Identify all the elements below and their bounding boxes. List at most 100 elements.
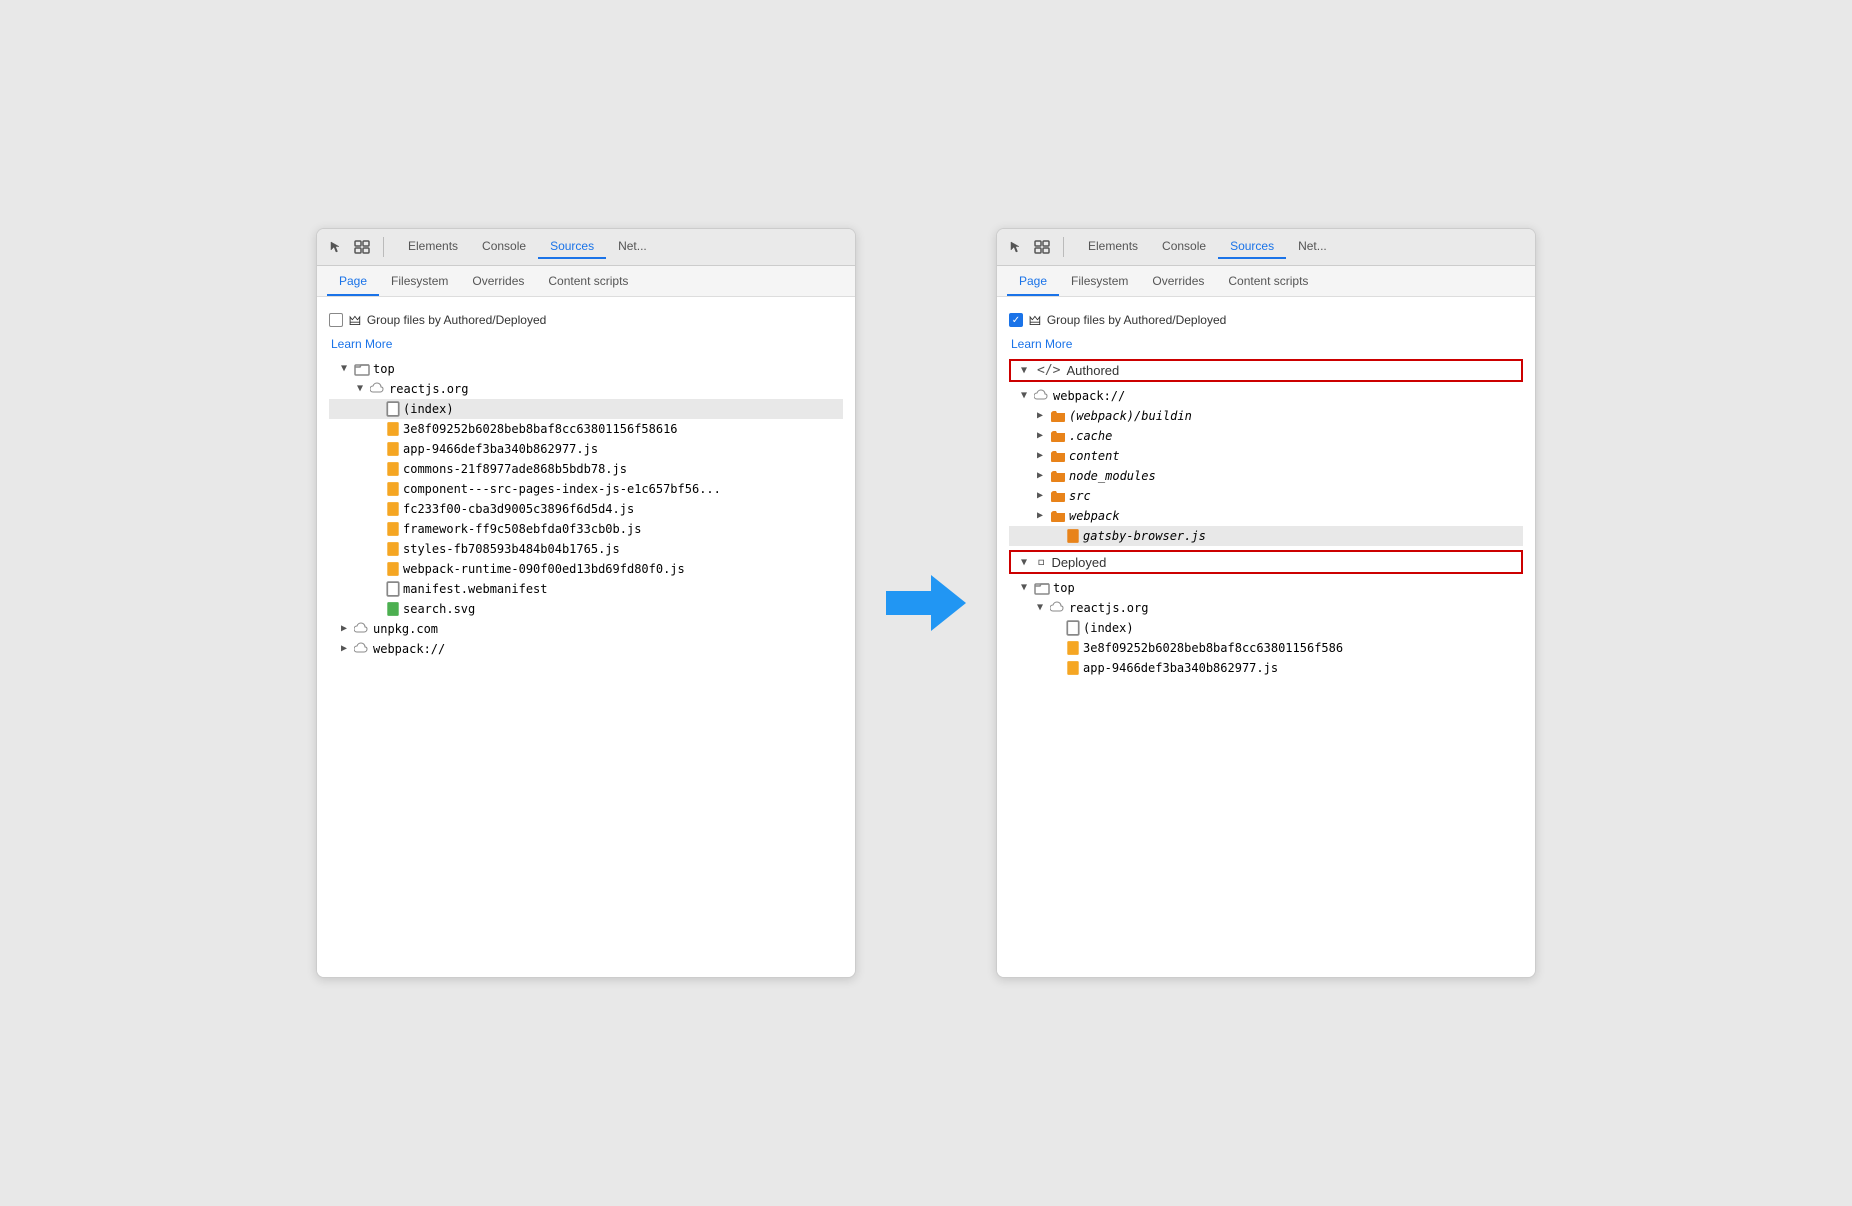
file-app-icon [386,441,400,457]
tree-item-webpack-url[interactable]: webpack:// [329,639,843,659]
label-webpack-folder: webpack [1069,507,1120,525]
arrow-empty-app-deployed [1049,661,1063,675]
right-learn-more[interactable]: Learn More [1011,337,1523,351]
label-styles: styles-fb708593b484b04b1765.js [403,540,620,558]
tab-elements-right[interactable]: Elements [1076,235,1150,259]
arrow-reactjsorg [353,382,367,396]
tree-item-app-deployed[interactable]: app-9466def3ba340b862977.js [1009,658,1523,678]
file-commons-icon [386,461,400,477]
tab-console-left[interactable]: Console [470,235,538,259]
right-panel-content: 🜲 Group files by Authored/Deployed Learn… [997,297,1535,977]
tree-item-top[interactable]: top [329,359,843,379]
blue-arrow-svg [886,575,966,631]
label-webpack-buildin: (webpack)/buildin [1069,407,1192,425]
label-gatsby-browser: gatsby-browser.js [1083,527,1206,545]
tree-item-webpack-authored[interactable]: webpack:// [1009,386,1523,406]
authored-section-header[interactable]: </> Authored [1009,359,1523,382]
tree-item-reactjsorg[interactable]: reactjs.org [329,379,843,399]
tree-item-unpkg[interactable]: unpkg.com [329,619,843,639]
file-gatsby-browser-icon [1066,528,1080,544]
subtab-page-left[interactable]: Page [327,270,379,296]
tree-item-gatsby-browser[interactable]: gatsby-browser.js [1009,526,1523,546]
right-toolbar: Elements Console Sources Net... [997,229,1535,266]
tab-elements-left[interactable]: Elements [396,235,470,259]
tree-item-index-deployed[interactable]: (index) [1009,618,1523,638]
tree-item-top-deployed[interactable]: top [1009,578,1523,598]
left-group-label: Group files by Authored/Deployed [367,313,546,327]
tree-item-cache[interactable]: .cache [1009,426,1523,446]
tree-item-styles[interactable]: styles-fb708593b484b04b1765.js [329,539,843,559]
left-learn-more[interactable]: Learn More [331,337,843,351]
right-tree: </> Authored webpack:// [1009,359,1523,678]
tab-network-left[interactable]: Net... [606,235,659,259]
tree-item-content[interactable]: content [1009,446,1523,466]
cursor-icon[interactable] [327,238,345,256]
folder-node-modules-icon [1050,468,1066,484]
tree-item-reactjsorg-deployed[interactable]: reactjs.org [1009,598,1523,618]
tree-item-webpack-runtime[interactable]: webpack-runtime-090f00ed13bd69fd80f0.js [329,559,843,579]
arrow-src [1033,489,1047,503]
subtab-filesystem-left[interactable]: Filesystem [379,270,460,296]
subtab-overrides-right[interactable]: Overrides [1140,270,1216,296]
subtab-page-right[interactable]: Page [1007,270,1059,296]
tree-item-manifest[interactable]: manifest.webmanifest [329,579,843,599]
inspect-icon-right[interactable] [1033,238,1051,256]
inspect-icon[interactable] [353,238,371,256]
subtab-contentscripts-left[interactable]: Content scripts [536,270,640,296]
tab-network-right[interactable]: Net... [1286,235,1339,259]
tab-sources-left[interactable]: Sources [538,235,606,259]
arrow-deployed [1017,555,1031,569]
label-webpack-authored: webpack:// [1053,387,1125,405]
folder-src-icon [1050,488,1066,504]
left-group-checkbox[interactable] [329,313,343,327]
arrow-node-modules [1033,469,1047,483]
label-reactjsorg: reactjs.org [389,380,468,398]
toolbar-divider [383,237,384,257]
tree-item-src[interactable]: src [1009,486,1523,506]
tree-item-index[interactable]: (index) [329,399,843,419]
left-tree: top reactjs.org (index) [329,359,843,659]
arrow-empty-3e8f [369,422,383,436]
tree-item-3e8f[interactable]: 3e8f09252b6028beb8baf8cc63801156f58616 [329,419,843,439]
subtab-contentscripts-right[interactable]: Content scripts [1216,270,1320,296]
tree-item-node-modules[interactable]: node_modules [1009,466,1523,486]
left-toolbar: Elements Console Sources Net... [317,229,855,266]
tree-item-search-svg[interactable]: search.svg [329,599,843,619]
tab-console-right[interactable]: Console [1150,235,1218,259]
label-index: (index) [403,400,454,418]
left-tab-nav: Elements Console Sources Net... [396,235,845,259]
folder-top-icon [354,361,370,377]
file-3e8f-icon [386,421,400,437]
tree-item-commons[interactable]: commons-21f8977ade868b5bdb78.js [329,459,843,479]
arrow-empty-manifest [369,582,383,596]
folder-content-icon [1050,448,1066,464]
filter-icon-right: 🜲 [1029,307,1041,333]
right-group-checkbox[interactable] [1009,313,1023,327]
tab-sources-right[interactable]: Sources [1218,235,1286,259]
tree-item-fc233[interactable]: fc233f00-cba3d9005c3896f6d5d4.js [329,499,843,519]
label-top: top [373,360,395,378]
subtab-overrides-left[interactable]: Overrides [460,270,536,296]
label-cache: .cache [1069,427,1112,445]
arrow-empty-component [369,482,383,496]
folder-webpack-icon [1050,508,1066,524]
cloud-unpkg-icon [354,621,370,637]
deployed-section-header[interactable]: ▫ Deployed [1009,550,1523,574]
subtab-filesystem-right[interactable]: Filesystem [1059,270,1140,296]
arrow-empty-gatsby [1049,529,1063,543]
right-devtools-panel: Elements Console Sources Net... Page Fil… [996,228,1536,978]
tree-item-app[interactable]: app-9466def3ba340b862977.js [329,439,843,459]
tree-item-webpack-buildin[interactable]: (webpack)/buildin [1009,406,1523,426]
cursor-icon-right[interactable] [1007,238,1025,256]
arrow-top-deployed [1017,581,1031,595]
file-component-icon [386,481,400,497]
arrow-empty-commons [369,462,383,476]
tree-item-3e8f-deployed[interactable]: 3e8f09252b6028beb8baf8cc63801156f586 [1009,638,1523,658]
tree-item-webpack-folder[interactable]: webpack [1009,506,1523,526]
tree-item-component[interactable]: component---src-pages-index-js-e1c657bf5… [329,479,843,499]
label-webpack-runtime: webpack-runtime-090f00ed13bd69fd80f0.js [403,560,685,578]
label-3e8f-deployed: 3e8f09252b6028beb8baf8cc63801156f586 [1083,639,1343,657]
arrow-webpack-folder [1033,509,1047,523]
tree-item-framework[interactable]: framework-ff9c508ebfda0f33cb0b.js [329,519,843,539]
file-styles-icon [386,541,400,557]
